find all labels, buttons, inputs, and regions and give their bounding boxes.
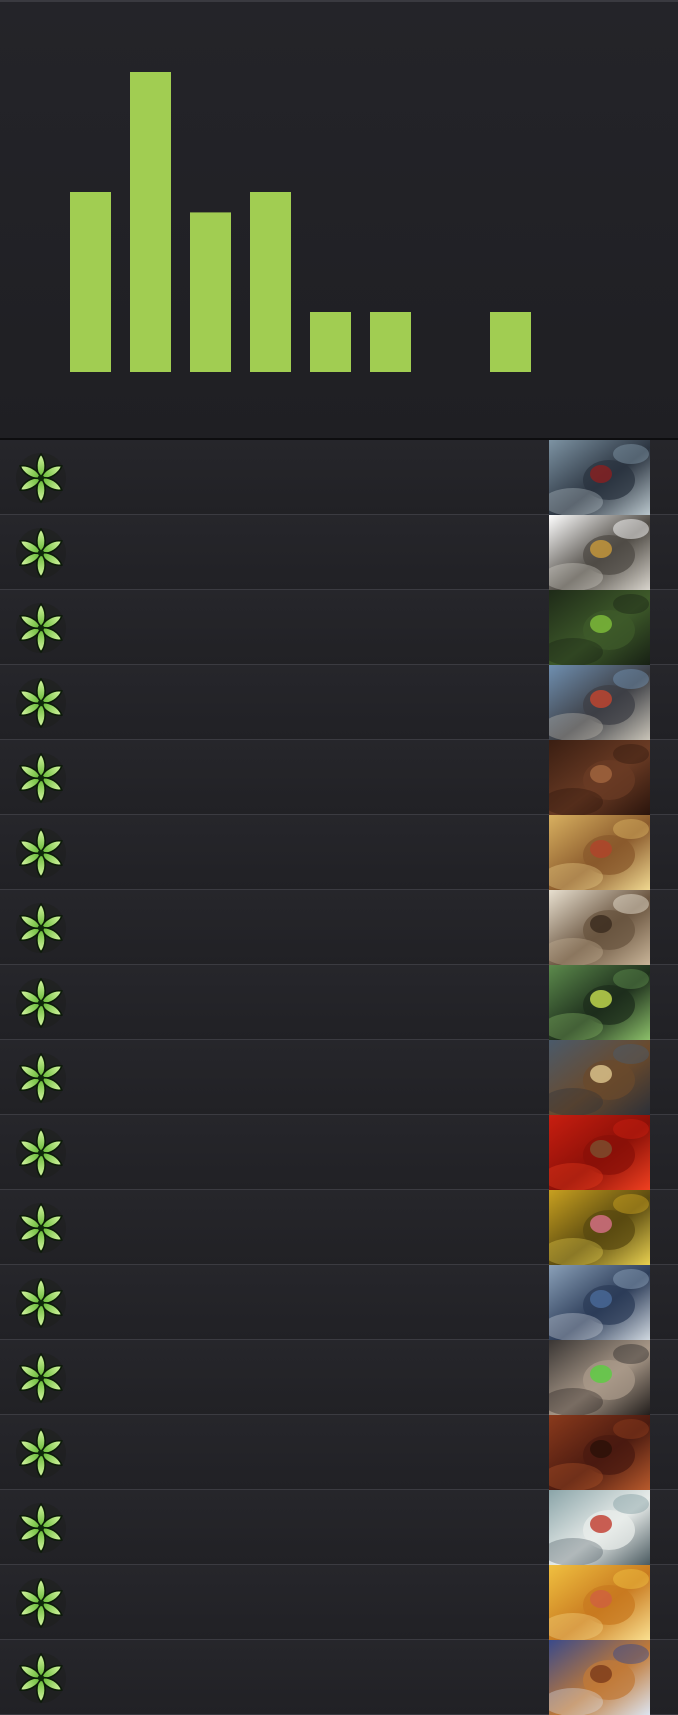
- card-art-owl-eye: [549, 515, 650, 590]
- card-art-golden-maiden: [549, 1565, 650, 1640]
- druid-class-icon: [14, 676, 68, 730]
- card-row[interactable]: [0, 1115, 678, 1190]
- druid-class-icon: [14, 976, 68, 1030]
- card-row[interactable]: [0, 1415, 678, 1490]
- card-row[interactable]: [0, 1190, 678, 1265]
- card-art-bone-beast: [549, 1340, 650, 1415]
- card-row[interactable]: [0, 665, 678, 740]
- druid-class-icon: [14, 601, 68, 655]
- bar-cost-1[interactable]: [130, 72, 171, 372]
- card-list: [0, 440, 678, 1715]
- card-art-warrior-sword: [549, 665, 650, 740]
- druid-class-icon: [14, 1201, 68, 1255]
- card-art-forest-eyes: [549, 965, 650, 1040]
- druid-class-icon: [14, 526, 68, 580]
- druid-class-icon: [14, 1651, 68, 1705]
- card-art-golden-glade: [549, 1190, 650, 1265]
- card-art-serpent-rider: [549, 440, 650, 515]
- deck-stats-app: [0, 0, 678, 1715]
- mana-curve-svg: [70, 72, 531, 372]
- card-row[interactable]: [0, 890, 678, 965]
- druid-class-icon: [14, 1051, 68, 1105]
- druid-class-icon: [14, 1426, 68, 1480]
- card-row[interactable]: [0, 1340, 678, 1415]
- card-art-white-wolf: [549, 1490, 650, 1565]
- bar-cost-7[interactable]: [490, 312, 531, 372]
- card-row[interactable]: [0, 815, 678, 890]
- druid-class-icon: [14, 1276, 68, 1330]
- bar-cost-5[interactable]: [370, 312, 411, 372]
- card-art-forest-beast: [549, 590, 650, 665]
- druid-class-icon: [14, 1576, 68, 1630]
- bar-cost-3[interactable]: [250, 192, 291, 372]
- druid-class-icon: [14, 751, 68, 805]
- card-row[interactable]: [0, 590, 678, 665]
- bar-cost-4[interactable]: [310, 312, 351, 372]
- bar-cost-2[interactable]: [190, 212, 231, 372]
- druid-class-icon: [14, 901, 68, 955]
- druid-class-icon: [14, 1126, 68, 1180]
- bar-cost-0[interactable]: [70, 192, 111, 372]
- card-row[interactable]: [0, 1040, 678, 1115]
- card-art-frost-warrior: [549, 1265, 650, 1340]
- card-row[interactable]: [0, 965, 678, 1040]
- card-row[interactable]: [0, 1490, 678, 1565]
- card-art-bear-brawl: [549, 1040, 650, 1115]
- mana-curve-chart: [0, 2, 678, 440]
- card-row[interactable]: [0, 1265, 678, 1340]
- card-art-rage-beast: [549, 1115, 650, 1190]
- druid-class-icon: [14, 1501, 68, 1555]
- druid-class-icon: [14, 1351, 68, 1405]
- card-row[interactable]: [0, 1565, 678, 1640]
- card-row[interactable]: [0, 440, 678, 515]
- card-art-ape-shadow: [549, 1415, 650, 1490]
- card-row[interactable]: [0, 515, 678, 590]
- card-row[interactable]: [0, 740, 678, 815]
- card-art-owl-flight: [549, 890, 650, 965]
- druid-class-icon: [14, 826, 68, 880]
- card-art-bear-claws: [549, 740, 650, 815]
- card-row[interactable]: [0, 1640, 678, 1715]
- druid-class-icon: [14, 451, 68, 505]
- card-art-squirrel-rider: [549, 815, 650, 890]
- card-art-winter-lynx: [549, 1640, 650, 1715]
